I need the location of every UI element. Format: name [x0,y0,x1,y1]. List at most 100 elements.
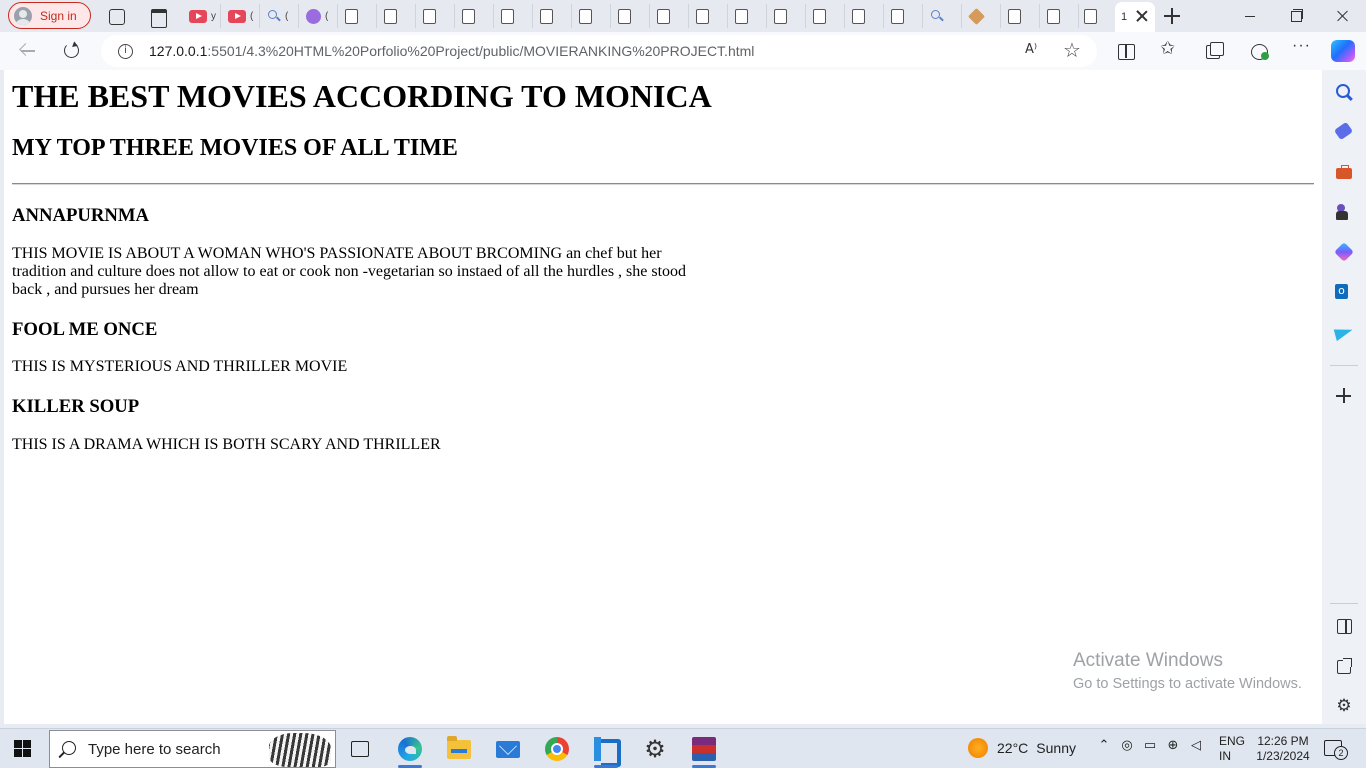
language-region: IN [1219,749,1231,763]
page-icon [618,8,631,24]
search-icon [62,741,76,755]
watermark-title: Activate Windows [1073,650,1223,671]
page-icon [891,8,904,24]
read-aloud-icon[interactable]: A⁾ [1025,42,1037,57]
url-text[interactable]: 127.0.0.1:5501/4.3%20HTML%20Porfolio%20P… [149,43,754,59]
show-hidden-icons-chevron-icon[interactable]: ⌃ [1097,739,1111,753]
meet-now-icon[interactable]: ◎ [1120,739,1134,753]
browser-tab[interactable] [729,4,767,28]
browser-tab[interactable] [1002,4,1040,28]
active-tab-title: 1 [1121,11,1128,23]
browser-tab[interactable]: y [183,4,221,28]
more-menu-icon[interactable]: ··· [1292,37,1312,57]
page-icon [540,8,553,24]
search-placeholder: Type here to search [88,741,221,758]
workspaces-icon[interactable] [106,6,126,26]
close-tab-icon[interactable] [1135,9,1149,23]
browser-tab[interactable] [651,4,689,28]
reload-icon[interactable] [62,41,82,61]
browser-tab[interactable] [690,4,728,28]
hide-sidebar-icon[interactable] [1334,616,1354,636]
open-external-icon[interactable] [1334,656,1354,676]
page-subtitle: MY TOP THREE MOVIES OF ALL TIME [12,135,458,161]
browser-tab[interactable] [807,4,845,28]
site-info-icon[interactable]: i [118,44,133,59]
tools-briefcase-icon[interactable] [1334,162,1354,182]
collections-icon[interactable] [1204,41,1224,61]
browser-tab[interactable] [534,4,572,28]
battery-plug-icon[interactable]: ▭ [1143,739,1157,753]
browser-tab[interactable] [612,4,650,28]
minimize-button[interactable] [1227,0,1273,32]
favorite-star-icon[interactable]: ☆ [1063,38,1081,62]
edge-taskbar-button[interactable] [388,729,432,768]
settings-taskbar-button[interactable]: ⚙ [633,729,677,768]
back-arrow-icon[interactable] [18,41,38,61]
browser-tab[interactable]: ( [261,4,299,28]
vscode-taskbar-button[interactable] [584,729,628,768]
browser-tab[interactable] [573,4,611,28]
shopping-tag-icon[interactable] [1334,122,1354,142]
browser-tab[interactable] [378,4,416,28]
page-icon [579,8,592,24]
language-code: ENG [1219,734,1246,748]
copilot-icon[interactable] [1331,40,1355,62]
browser-tab[interactable] [339,4,377,28]
sidebar-divider [1330,603,1358,604]
tab-actions-icon[interactable] [148,6,168,28]
new-tab-button[interactable] [1162,6,1182,26]
browser-tab[interactable] [495,4,533,28]
profile-sign-in-button[interactable]: Sign in [8,2,91,29]
browser-tab[interactable] [456,4,494,28]
browser-tab[interactable] [768,4,806,28]
movie-description: THIS IS MYSTERIOUS AND THRILLER MOVIE [12,358,348,375]
outlook-icon[interactable] [1334,282,1354,302]
mail-taskbar-button[interactable] [486,729,530,768]
browser-essentials-icon[interactable] [1249,41,1269,61]
sidebar-divider [1330,365,1358,366]
weather-text: 22°C Sunny [997,740,1076,756]
search-icon[interactable] [1334,82,1354,102]
close-window-button[interactable] [1320,0,1366,32]
vscode-icon [594,737,621,767]
chrome-icon [545,737,569,761]
chrome-taskbar-button[interactable] [535,729,579,768]
input-language-indicator[interactable]: ENG IN [1219,734,1245,764]
browser-tab[interactable] [1041,4,1079,28]
browser-tab[interactable] [1078,4,1116,28]
page-icon [774,8,787,24]
notification-center-icon[interactable]: 2 [1324,740,1348,760]
restore-button[interactable] [1273,0,1319,32]
microsoft-365-icon[interactable] [1334,242,1354,262]
browser-tab[interactable]: ( [300,4,338,28]
file-explorer-taskbar-button[interactable] [437,729,481,768]
add-icon[interactable] [1334,386,1354,406]
address-bar[interactable]: i 127.0.0.1:5501/4.3%20HTML%20Porfolio%2… [101,35,1097,67]
games-icon[interactable] [1334,202,1354,222]
settings-gear-icon[interactable]: ⚙ [1334,696,1354,716]
volume-icon[interactable]: ◁ [1189,739,1203,753]
search-icon [930,9,944,23]
drop-send-icon[interactable] [1334,322,1354,342]
browser-tab[interactable] [846,4,884,28]
sign-in-label: Sign in [40,8,77,23]
taskbar-search-box[interactable]: Type here to search [49,730,336,768]
weather-widget[interactable]: 22°C Sunny [968,738,1076,758]
task-view-button[interactable] [338,729,382,768]
page-icon [1047,8,1060,24]
weather-condition: Sunny [1036,740,1076,756]
windows-start-icon[interactable] [14,740,32,758]
favorites-icon[interactable]: ✩ [1160,38,1180,59]
movie-description: THIS IS A DRAMA WHICH IS BOTH SCARY AND … [12,436,441,453]
browser-tab[interactable] [963,4,1001,28]
split-screen-icon[interactable] [1116,41,1136,61]
browser-tab[interactable] [417,4,455,28]
network-globe-icon[interactable]: ⊕ [1166,739,1180,753]
movie-title: FOOL ME ONCE [12,319,158,340]
winrar-taskbar-button[interactable] [682,729,726,768]
clock[interactable]: 12:26 PM 1/23/2024 [1255,734,1311,764]
active-tab[interactable]: 1 [1115,2,1155,32]
browser-tab[interactable] [885,4,923,28]
browser-tab[interactable] [924,4,962,28]
browser-tab[interactable]: ( [222,4,260,28]
